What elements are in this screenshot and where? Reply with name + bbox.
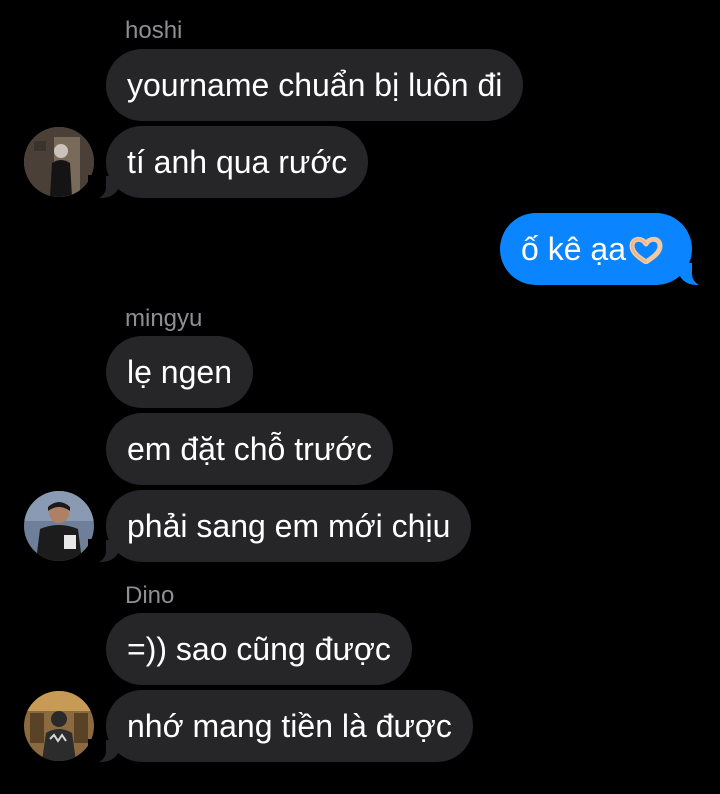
message-bubble[interactable]: lẹ ngen <box>106 336 253 408</box>
profile-photo-dino <box>24 691 94 761</box>
message-text: nhớ mang tiền là được <box>127 708 452 744</box>
message-text: em đặt chỗ trước <box>127 431 373 467</box>
message-text: yourname chuẩn bị luôn đi <box>127 67 503 103</box>
avatar-dino[interactable] <box>24 691 94 761</box>
message-text: ố kê ạa <box>521 231 626 267</box>
message-text: tí anh qua rước <box>127 144 348 180</box>
message-bubble[interactable]: =)) sao cũng được <box>106 613 412 685</box>
sender-name-hoshi: hoshi <box>125 17 183 44</box>
profile-photo-mingyu <box>24 491 94 561</box>
message-bubble[interactable]: phải sang em mới chịu <box>87 490 472 563</box>
sender-name-mingyu: mingyu <box>125 305 203 332</box>
outgoing-message-bubble[interactable]: ố kê ạa <box>500 213 710 286</box>
message-text: =)) sao cũng được <box>127 631 391 667</box>
avatar-mingyu[interactable] <box>24 491 94 561</box>
message-text: lẹ ngen <box>127 354 232 390</box>
sender-name-dino: Dino <box>125 582 175 609</box>
message-bubble[interactable]: nhớ mang tiền là được <box>88 690 473 763</box>
avatar-hoshi[interactable] <box>24 127 94 197</box>
message-bubble[interactable]: yourname chuẩn bị luôn đi <box>106 49 524 121</box>
message-text: phải sang em mới chịu <box>127 508 451 544</box>
profile-photo-hoshi <box>24 127 94 197</box>
message-bubble[interactable]: em đặt chỗ trước <box>106 413 394 485</box>
heart-hands-emoji-icon <box>628 233 664 273</box>
message-bubble[interactable]: tí anh qua rước <box>87 126 369 199</box>
